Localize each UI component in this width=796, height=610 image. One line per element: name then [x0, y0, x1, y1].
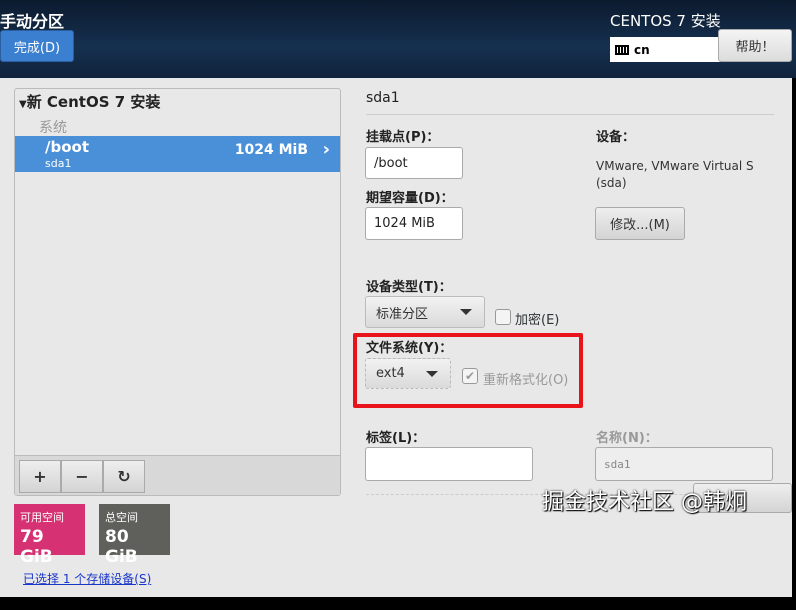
keyboard-layout-indicator[interactable]: cn: [610, 37, 720, 62]
installer-title: CENTOS 7 安装: [610, 12, 721, 30]
section-system: 系统: [39, 120, 67, 136]
partition-size: 1024 MiB: [234, 142, 308, 158]
partition-device: sda1: [45, 157, 72, 170]
capacity-input[interactable]: 1024 MiB: [365, 207, 463, 240]
available-value: 79 GiB: [20, 527, 53, 567]
device-label: 设备：: [596, 130, 636, 145]
partition-mount: /boot: [45, 138, 89, 156]
name-label: 名称(N)：: [596, 431, 658, 446]
device-type-label: 设备类型(T)：: [366, 280, 452, 295]
keyboard-icon: [615, 44, 629, 55]
device-type-dropdown[interactable]: 标准分区: [365, 296, 485, 328]
filesystem-label: 文件系统(Y)：: [366, 341, 453, 356]
filesystem-dropdown[interactable]: ext4: [365, 358, 451, 389]
partition-heading: sda1: [366, 90, 400, 106]
partition-row[interactable]: /boot sda1 1024 MiB ›: [15, 136, 340, 172]
total-space: 总空间 80 GiB: [99, 504, 170, 567]
mount-point-input[interactable]: /boot: [365, 147, 463, 179]
refresh-button[interactable]: ↻: [103, 460, 145, 493]
device-type-value: 标准分区: [376, 306, 429, 322]
install-group[interactable]: ▼新 CentOS 7 安装: [19, 91, 160, 112]
dropdown-arrow-icon: [460, 309, 472, 315]
tag-input[interactable]: [365, 447, 533, 481]
mount-label: 挂载点(P)：: [366, 130, 440, 145]
expander-icon: ▼: [19, 99, 27, 110]
encrypt-label: 加密(E): [515, 313, 560, 328]
chevron-right-icon: ›: [322, 139, 330, 160]
total-label: 总空间: [105, 511, 138, 524]
tag-label: 标签(L)：: [366, 431, 426, 446]
dropdown-arrow-icon: [426, 370, 438, 377]
name-input: sda1: [595, 447, 773, 481]
divider: [366, 114, 774, 115]
keyboard-layout-label: cn: [634, 42, 650, 57]
add-partition-button[interactable]: +: [19, 460, 61, 493]
done-button[interactable]: 完成(D): [0, 30, 74, 62]
available-label: 可用空间: [20, 511, 64, 524]
encrypt-checkbox[interactable]: [495, 309, 511, 325]
reformat-label: 重新格式化(O): [483, 373, 569, 388]
capacity-label: 期望容量(D)：: [366, 191, 454, 206]
total-value: 80 GiB: [105, 527, 138, 567]
reformat-checkbox[interactable]: ✔: [462, 368, 478, 384]
header-bar: 手动分区 完成(D) CENTOS 7 安装 cn 帮助！: [0, 0, 796, 78]
partition-list-panel: ▼新 CentOS 7 安装 系统 /boot sda1 1024 MiB › …: [14, 88, 341, 496]
modify-button[interactable]: 修改...(M): [595, 207, 685, 240]
page-title: 手动分区: [0, 12, 65, 31]
storage-devices-link[interactable]: 已选择 1 个存储设备(S): [23, 570, 151, 587]
partition-toolbar: + − ↻: [15, 455, 340, 495]
available-space: 可用空间 79 GiB: [14, 504, 85, 567]
help-button[interactable]: 帮助！: [718, 29, 792, 62]
filesystem-value: ext4: [376, 366, 405, 381]
device-value: VMware, VMware Virtual S (sda): [596, 159, 754, 190]
watermark: 掘金技术社区 @韩炯: [542, 490, 747, 515]
remove-partition-button[interactable]: −: [61, 460, 103, 493]
main-area: ▼新 CentOS 7 安装 系统 /boot sda1 1024 MiB › …: [0, 78, 792, 597]
